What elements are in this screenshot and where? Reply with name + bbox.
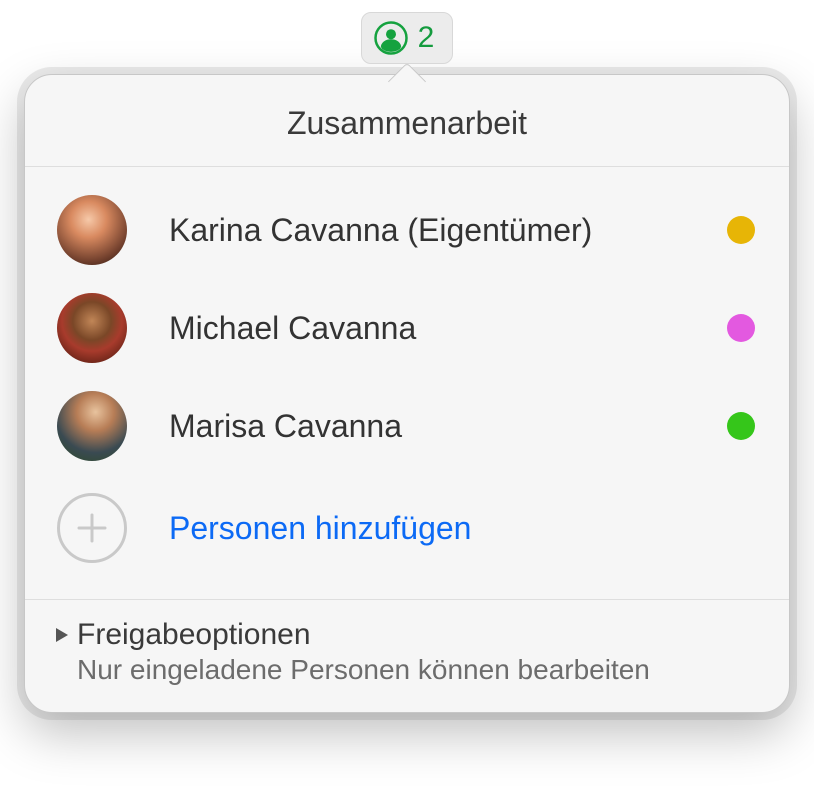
collaboration-count: 2 bbox=[418, 21, 435, 55]
popover-body: Zusammenarbeit Karina Cavanna (Eigentüme… bbox=[24, 74, 790, 713]
add-people-button[interactable]: Personen hinzufügen bbox=[25, 475, 789, 593]
avatar bbox=[57, 195, 127, 265]
share-options-text: Freigabeoptionen Nur eingeladene Persone… bbox=[77, 618, 650, 686]
share-options-subtitle: Nur eingeladene Personen können bearbeit… bbox=[77, 654, 650, 686]
collaboration-button[interactable]: 2 bbox=[361, 12, 454, 64]
share-options-row[interactable]: Freigabeoptionen Nur eingeladene Persone… bbox=[25, 599, 789, 712]
avatar bbox=[57, 391, 127, 461]
collaboration-popover: Zusammenarbeit Karina Cavanna (Eigentüme… bbox=[24, 74, 790, 713]
share-options-title: Freigabeoptionen bbox=[77, 618, 650, 652]
disclosure-triangle-icon bbox=[53, 626, 71, 644]
popover-caret bbox=[387, 61, 427, 83]
participant-row[interactable]: Marisa Cavanna bbox=[25, 377, 789, 475]
presence-color-dot bbox=[727, 314, 755, 342]
plus-icon bbox=[57, 493, 127, 563]
presence-color-dot bbox=[727, 216, 755, 244]
popover-title: Zusammenarbeit bbox=[45, 105, 769, 142]
add-people-label: Personen hinzufügen bbox=[169, 510, 471, 547]
participant-name: Karina Cavanna (Eigentümer) bbox=[169, 212, 727, 249]
participant-name: Marisa Cavanna bbox=[169, 408, 727, 445]
participant-row[interactable]: Michael Cavanna bbox=[25, 279, 789, 377]
popover-header: Zusammenarbeit bbox=[25, 75, 789, 167]
participant-row[interactable]: Karina Cavanna (Eigentümer) bbox=[25, 181, 789, 279]
avatar bbox=[57, 293, 127, 363]
person-icon bbox=[374, 21, 408, 55]
participants-list: Karina Cavanna (Eigentümer) Michael Cava… bbox=[25, 167, 789, 599]
presence-color-dot bbox=[727, 412, 755, 440]
participant-name: Michael Cavanna bbox=[169, 310, 727, 347]
